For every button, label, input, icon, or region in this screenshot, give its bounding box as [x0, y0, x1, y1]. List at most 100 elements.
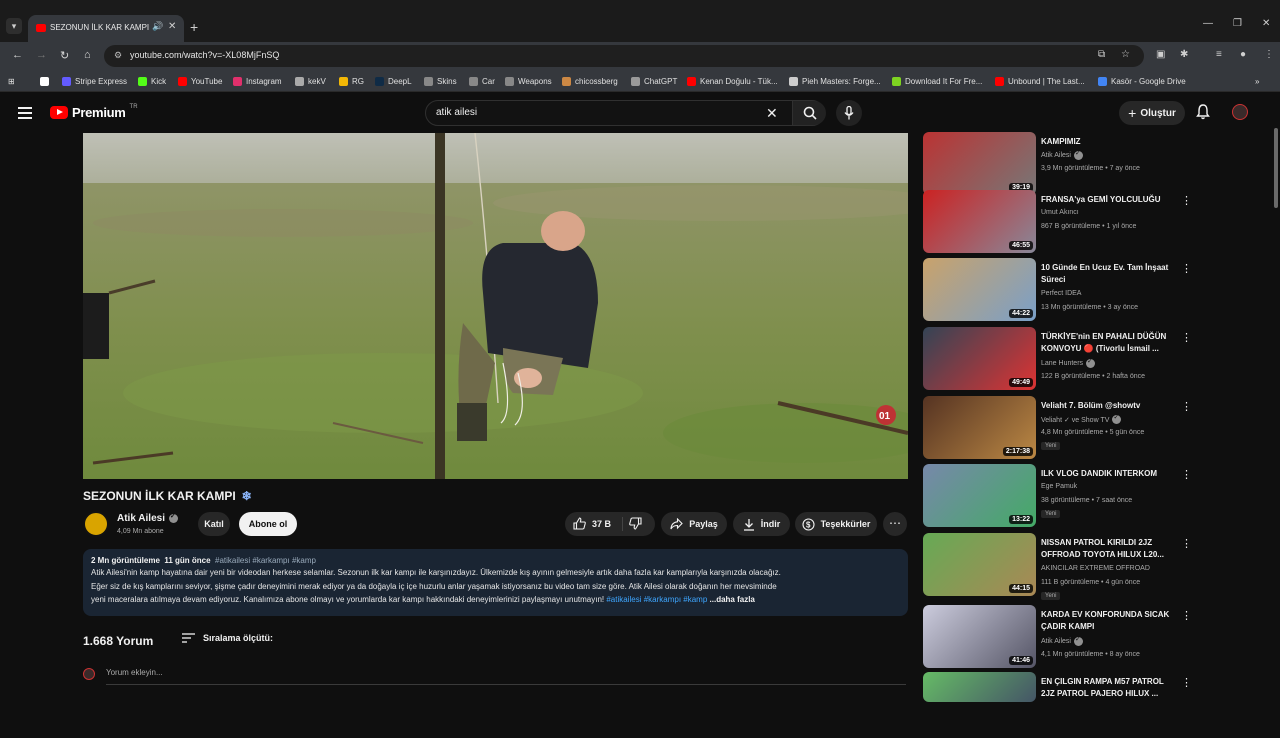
tab-search-icon[interactable]: ▾: [6, 18, 22, 34]
bookmark-item[interactable]: [40, 75, 53, 87]
recommended-video[interactable]: 44:15 NISSAN PATROL KIRILDI 2JZ OFFROAD T…: [923, 533, 1263, 600]
recommended-channel[interactable]: Atik Ailesi: [1041, 149, 1083, 160]
recommended-channel[interactable]: Veliaht ✓ ve Show TV: [1041, 413, 1122, 424]
youtube-premium-logo[interactable]: Premium TR: [50, 104, 138, 120]
bookmark-item[interactable]: Kick: [138, 75, 166, 87]
tab-close-icon[interactable]: ✕: [168, 21, 176, 32]
bookmark-item[interactable]: RG: [339, 75, 364, 87]
video-thumbnail[interactable]: [923, 672, 1036, 702]
recommended-title[interactable]: EN ÇILGIN RAMPA M57 PATROL 2JZ PATROL PA…: [1041, 676, 1177, 700]
video-thumbnail[interactable]: 13:22: [923, 464, 1036, 527]
notifications-bell-icon[interactable]: [1196, 104, 1210, 120]
add-comment-input[interactable]: Yorum ekleyin...: [106, 668, 163, 677]
description-line-3-tags[interactable]: #atikailesi #karkampı #kamp: [606, 595, 707, 604]
more-options-icon[interactable]: ⋮: [1181, 537, 1192, 550]
recommended-video[interactable]: 41:46 KARDA EV KONFORUNDA SICAK ÇADIR KAM…: [923, 605, 1263, 671]
recommended-video[interactable]: 46:55 FRANSA'ya GEMİ YOLCULUĞU Umut Akıncı…: [923, 190, 1263, 256]
video-thumbnail[interactable]: 44:22: [923, 258, 1036, 321]
maximize-icon[interactable]: ❐: [1233, 18, 1242, 29]
back-icon[interactable]: ←: [12, 49, 23, 61]
more-options-icon[interactable]: ⋮: [1181, 400, 1192, 413]
more-options-icon[interactable]: ⋮: [1181, 609, 1192, 622]
recommended-title[interactable]: KARDA EV KONFORUNDA SICAK ÇADIR KAMPI: [1041, 609, 1177, 633]
new-tab-icon[interactable]: +: [190, 19, 198, 35]
search-box[interactable]: atik ailesi ✕: [425, 100, 826, 126]
bookmark-item[interactable]: Stripe Express: [62, 75, 127, 87]
browser-menu-icon[interactable]: ⋮: [1264, 49, 1274, 60]
recommended-channel[interactable]: Atik Ailesi: [1041, 635, 1083, 646]
video-description[interactable]: 2 Mn görüntüleme 11 gün önce #atikailesi…: [83, 549, 908, 616]
bookmark-item[interactable]: kekV: [295, 75, 326, 87]
video-thumbnail[interactable]: 49:49: [923, 327, 1036, 390]
reload-icon[interactable]: ↻: [60, 49, 69, 62]
bookmark-item[interactable]: Unbound | The Last...: [995, 75, 1085, 87]
profile-icon[interactable]: ●: [1240, 49, 1246, 60]
video-thumbnail[interactable]: 39:19: [923, 132, 1036, 195]
browser-tab-active[interactable]: SEZONUN İLK KAR KAMPI 🔊 ✕: [28, 15, 184, 42]
more-actions-icon[interactable]: ⋯: [883, 512, 907, 536]
recommended-title[interactable]: 10 Günde En Ucuz Ev. Tam İnşaat Süreci: [1041, 262, 1177, 286]
description-tags[interactable]: #atikailesi #karkampı #kamp: [215, 556, 316, 565]
share-button[interactable]: Paylaş: [661, 512, 727, 536]
window-close-icon[interactable]: ✕: [1262, 18, 1270, 29]
more-options-icon[interactable]: ⋮: [1181, 468, 1192, 481]
channel-avatar[interactable]: [83, 511, 109, 537]
sort-comments-button[interactable]: Sıralama ölçütü:: [182, 633, 273, 643]
speaker-icon[interactable]: 🔊: [152, 21, 163, 32]
thanks-button[interactable]: $ Teşekkürler: [795, 512, 877, 536]
bookmark-item[interactable]: DeepL: [375, 75, 412, 87]
more-options-icon[interactable]: ⋮: [1181, 676, 1192, 689]
video-thumbnail[interactable]: 2:17:38: [923, 396, 1036, 459]
minimize-icon[interactable]: —: [1203, 18, 1213, 29]
bookmark-item[interactable]: Kenan Doğulu - Tük...: [687, 75, 778, 87]
clear-search-icon[interactable]: ✕: [766, 105, 778, 122]
more-options-icon[interactable]: ⋮: [1181, 331, 1192, 344]
video-thumbnail[interactable]: 41:46: [923, 605, 1036, 668]
page-scrollbar[interactable]: [1274, 128, 1278, 208]
recommended-channel[interactable]: Ege Pamuk: [1041, 483, 1077, 490]
video-thumbnail[interactable]: 46:55: [923, 190, 1036, 253]
install-app-icon[interactable]: ⧉: [1098, 49, 1105, 60]
recommended-video[interactable]: EN ÇILGIN RAMPA M57 PATROL 2JZ PATROL PA…: [923, 672, 1263, 738]
bookmark-item[interactable]: ChatGPT: [631, 75, 677, 87]
recommended-title[interactable]: KAMPIMIZ: [1041, 136, 1177, 148]
bookmark-star-icon[interactable]: ☆: [1121, 49, 1130, 60]
apps-grid-icon[interactable]: ⊞: [8, 75, 15, 87]
bookmark-item[interactable]: Instagram: [233, 75, 282, 87]
bookmark-item[interactable]: YouTube: [178, 75, 222, 87]
download-button[interactable]: İndir: [733, 512, 790, 536]
join-button[interactable]: Katıl: [198, 512, 230, 536]
like-button[interactable]: 37 B: [573, 517, 611, 530]
subscribe-button[interactable]: Abone ol: [239, 512, 297, 536]
bookmark-item[interactable]: Kasör - Google Drive: [1098, 75, 1186, 87]
bookmark-item[interactable]: Weapons: [505, 75, 552, 87]
bookmarks-overflow-icon[interactable]: »: [1255, 75, 1259, 87]
home-icon[interactable]: ⌂: [84, 49, 91, 61]
recommended-video[interactable]: 2:17:38 Veliaht 7. Bölüm @showtv Veliaht ✓…: [923, 396, 1263, 462]
media-control-icon[interactable]: ≡: [1216, 49, 1222, 60]
recommended-channel[interactable]: Lane Hunters: [1041, 357, 1096, 368]
channel-name[interactable]: Atik Ailesi: [117, 512, 178, 524]
thumbs-down-icon[interactable]: [629, 517, 642, 530]
bookmark-item[interactable]: Car: [469, 75, 495, 87]
search-input[interactable]: atik ailesi: [436, 107, 477, 118]
recommended-channel[interactable]: Umut Akıncı: [1041, 209, 1079, 216]
recommended-video[interactable]: 39:19 KAMPIMIZ Atik Ailesi 3,9 Mn görüntüle…: [923, 132, 1263, 198]
more-options-icon[interactable]: ⋮: [1181, 194, 1192, 207]
recommended-video[interactable]: 49:49 TÜRKİYE'nin EN PAHALI DÜĞÜN KONVOYU…: [923, 327, 1263, 393]
recommended-video[interactable]: 44:22 10 Günde En Ucuz Ev. Tam İnşaat Sür…: [923, 258, 1263, 324]
video-thumbnail[interactable]: 44:15: [923, 533, 1036, 596]
recommended-channel[interactable]: AKINCILAR EXTREME OFFROAD: [1041, 565, 1150, 572]
recommended-title[interactable]: ILK VLOG DANDIK INTERKOM: [1041, 468, 1177, 480]
menu-icon[interactable]: [18, 107, 32, 119]
forward-icon[interactable]: →: [36, 49, 47, 61]
bookmark-item[interactable]: Skins: [424, 75, 457, 87]
recommended-title[interactable]: NISSAN PATROL KIRILDI 2JZ OFFROAD TOYOTA…: [1041, 537, 1177, 561]
show-more-link[interactable]: ...daha fazla: [710, 595, 755, 604]
bookmark-item[interactable]: chicossberg: [562, 75, 618, 87]
create-button[interactable]: + Oluştur: [1119, 101, 1185, 125]
more-options-icon[interactable]: ⋮: [1181, 262, 1192, 275]
search-button[interactable]: [792, 101, 826, 125]
bookmark-item[interactable]: Download It For Fre...: [892, 75, 982, 87]
video-player[interactable]: 01: [83, 133, 908, 479]
